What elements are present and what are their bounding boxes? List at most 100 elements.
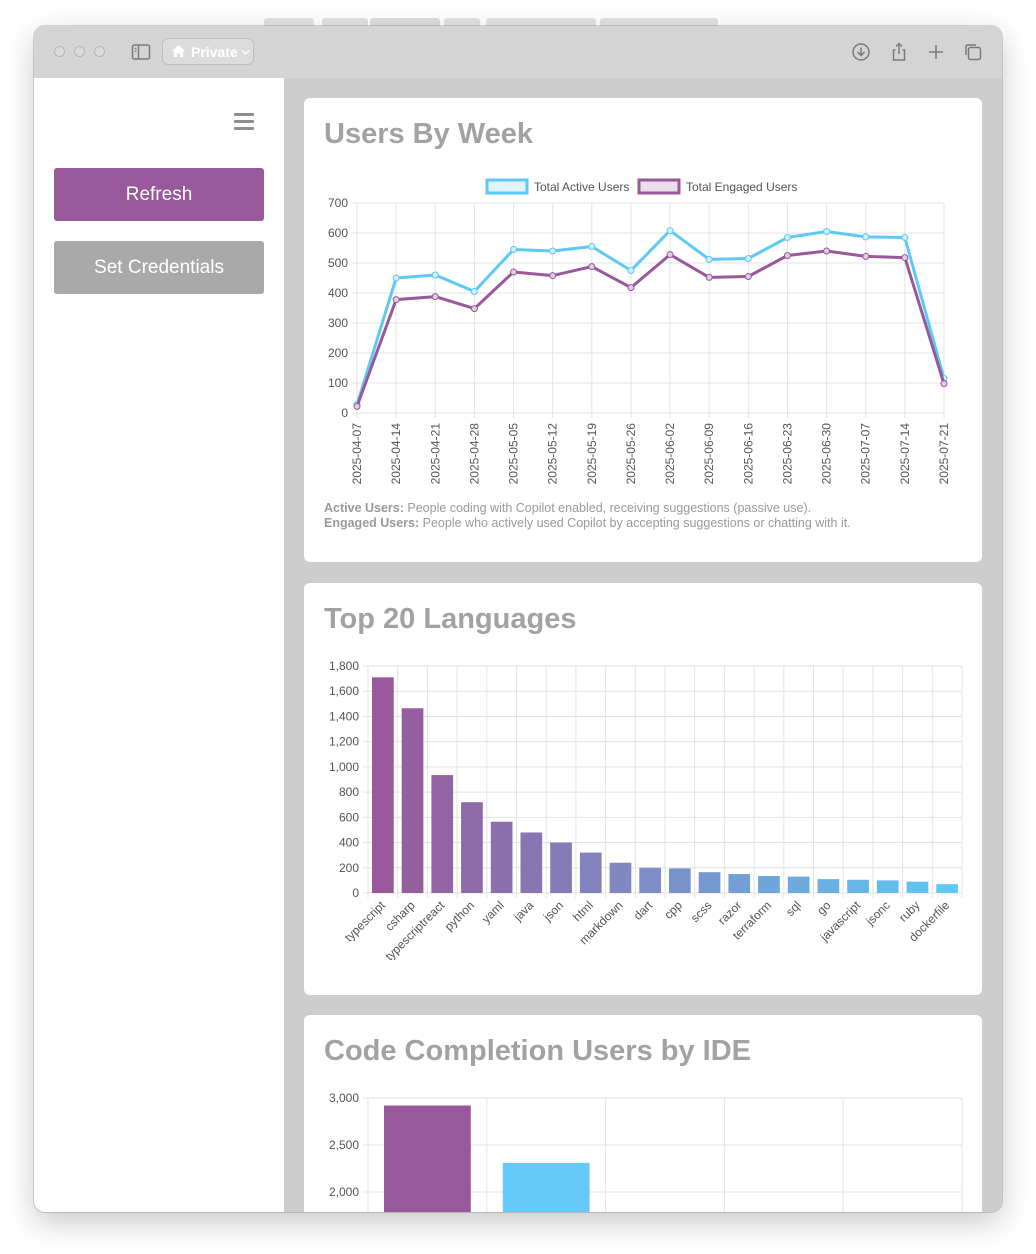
- y-tick-label: 1,000: [329, 760, 359, 774]
- legend-label: Total Engaged Users: [686, 180, 797, 194]
- share-icon[interactable]: [889, 42, 909, 62]
- data-point: [862, 252, 870, 260]
- x-tick-label: 2025-07-07: [859, 423, 873, 485]
- tab-overview-icon[interactable]: [963, 42, 983, 62]
- y-tick-label: 3,000: [329, 1091, 359, 1105]
- bar: [550, 842, 572, 893]
- y-tick-label: 600: [339, 810, 359, 824]
- y-tick-label: 800: [339, 785, 359, 799]
- legend-label: Total Active Users: [534, 180, 629, 194]
- new-tab-icon[interactable]: [926, 42, 946, 62]
- x-tick-label: 2025-07-21: [937, 423, 951, 485]
- y-tick-label: 500: [328, 256, 348, 270]
- y-tick-label: 0: [341, 406, 348, 420]
- refresh-button[interactable]: Refresh: [54, 168, 264, 221]
- x-tick-label: scss: [688, 898, 715, 925]
- data-point: [783, 234, 791, 241]
- sidebar-toggle-icon[interactable]: [131, 42, 151, 62]
- download-icon[interactable]: [851, 42, 871, 62]
- menu-icon[interactable]: [234, 112, 254, 132]
- bar: [906, 881, 929, 893]
- x-tick-label: dart: [631, 898, 656, 923]
- home-icon: [171, 44, 186, 58]
- y-tick-label: 1,800: [329, 659, 359, 673]
- bar: [787, 876, 810, 893]
- bar: [502, 1162, 590, 1212]
- bar: [639, 867, 661, 893]
- ide-users-chart: 2,000 2,500 3,000: [329, 1091, 963, 1212]
- data-point: [823, 247, 831, 255]
- x-tick-label: 2025-04-14: [389, 423, 403, 485]
- zoom-window-button[interactable]: [94, 46, 105, 57]
- x-tick-label: jsonc: [862, 898, 892, 928]
- bar: [431, 775, 454, 893]
- x-tick-label: java: [510, 898, 536, 924]
- bar: [579, 852, 602, 893]
- data-point: [549, 247, 557, 255]
- y-tick-label: 300: [328, 316, 348, 330]
- browser-toolbar: Private: [34, 26, 1002, 78]
- data-point: [666, 251, 674, 259]
- data-point: [470, 288, 478, 295]
- bar: [520, 832, 543, 893]
- bar: [401, 708, 424, 893]
- x-tick-label: json: [540, 898, 566, 924]
- users-by-week-chart: 0 100 200 300 400 500 600 700 2025-04-07 2025-04-…: [328, 178, 951, 485]
- set-credentials-button[interactable]: Set Credentials: [54, 241, 264, 294]
- x-tick-label: 2025-06-30: [820, 423, 834, 485]
- data-point: [353, 402, 361, 410]
- data-point: [705, 273, 713, 281]
- x-tick-label: cpp: [661, 898, 685, 922]
- minimize-window-button[interactable]: [74, 46, 85, 57]
- x-tick-label: 2025-05-19: [585, 423, 599, 485]
- x-tick-label: 2025-04-07: [350, 423, 364, 485]
- bar: [609, 862, 632, 893]
- chevron-down-icon: [241, 50, 250, 55]
- y-tick-label: 200: [339, 861, 359, 875]
- y-tick-label: 400: [328, 286, 348, 300]
- x-tick-label: 2025-06-16: [741, 423, 755, 485]
- legend-swatch: [637, 178, 681, 195]
- x-tick-label: 2025-05-26: [624, 423, 638, 485]
- data-point: [940, 380, 948, 388]
- data-point: [470, 305, 478, 313]
- bar: [461, 802, 483, 893]
- y-tick-label: 200: [328, 346, 348, 360]
- x-tick-label: 2025-06-02: [663, 423, 677, 485]
- data-point: [705, 255, 713, 263]
- bar: [384, 1105, 471, 1212]
- data-point: [549, 272, 557, 280]
- data-point: [744, 273, 752, 280]
- note-term: Engaged Users:: [324, 516, 420, 530]
- series-line: [355, 229, 946, 406]
- close-window-button[interactable]: [54, 46, 65, 57]
- y-tick-label: 2,500: [329, 1138, 359, 1152]
- bar: [490, 821, 513, 893]
- y-tick-label: 400: [339, 836, 359, 850]
- top-languages-chart: 0 200 400 600 800 1,000 1,200 1,400 1,600 1,800 ty…: [329, 659, 963, 963]
- y-tick-label: 1,400: [329, 709, 359, 723]
- y-tick-label: 0: [352, 886, 359, 900]
- ide-users-card: Code Completion Users by IDE 2,000 2,500 3…: [304, 1015, 982, 1212]
- legend-swatch: [485, 178, 529, 195]
- x-tick-label: 2025-06-23: [780, 423, 794, 485]
- data-point: [666, 227, 674, 235]
- x-tick-label: 2025-05-12: [546, 423, 560, 485]
- engaged-users-note: Engaged Users: People who actively used …: [324, 516, 851, 530]
- x-tick-label: sql: [783, 898, 804, 919]
- data-point: [627, 284, 635, 292]
- data-point: [588, 263, 596, 271]
- y-tick-label: 1,200: [329, 735, 359, 749]
- top-languages-card: Top 20 Languages 0 200 400 600 800 1,000 1,200…: [304, 583, 982, 995]
- data-point: [431, 271, 439, 279]
- x-tick-label: 2025-05-05: [507, 423, 521, 485]
- bar: [698, 872, 721, 893]
- x-tick-label: yaml: [479, 898, 507, 926]
- sidebar: Refresh Set Credentials: [34, 78, 284, 1212]
- bar: [817, 879, 840, 893]
- y-tick-label: 2,000: [329, 1185, 359, 1199]
- bar: [669, 868, 691, 893]
- data-point: [627, 267, 635, 274]
- private-mode-button[interactable]: Private: [162, 38, 254, 65]
- y-tick-label: 1,600: [329, 684, 359, 698]
